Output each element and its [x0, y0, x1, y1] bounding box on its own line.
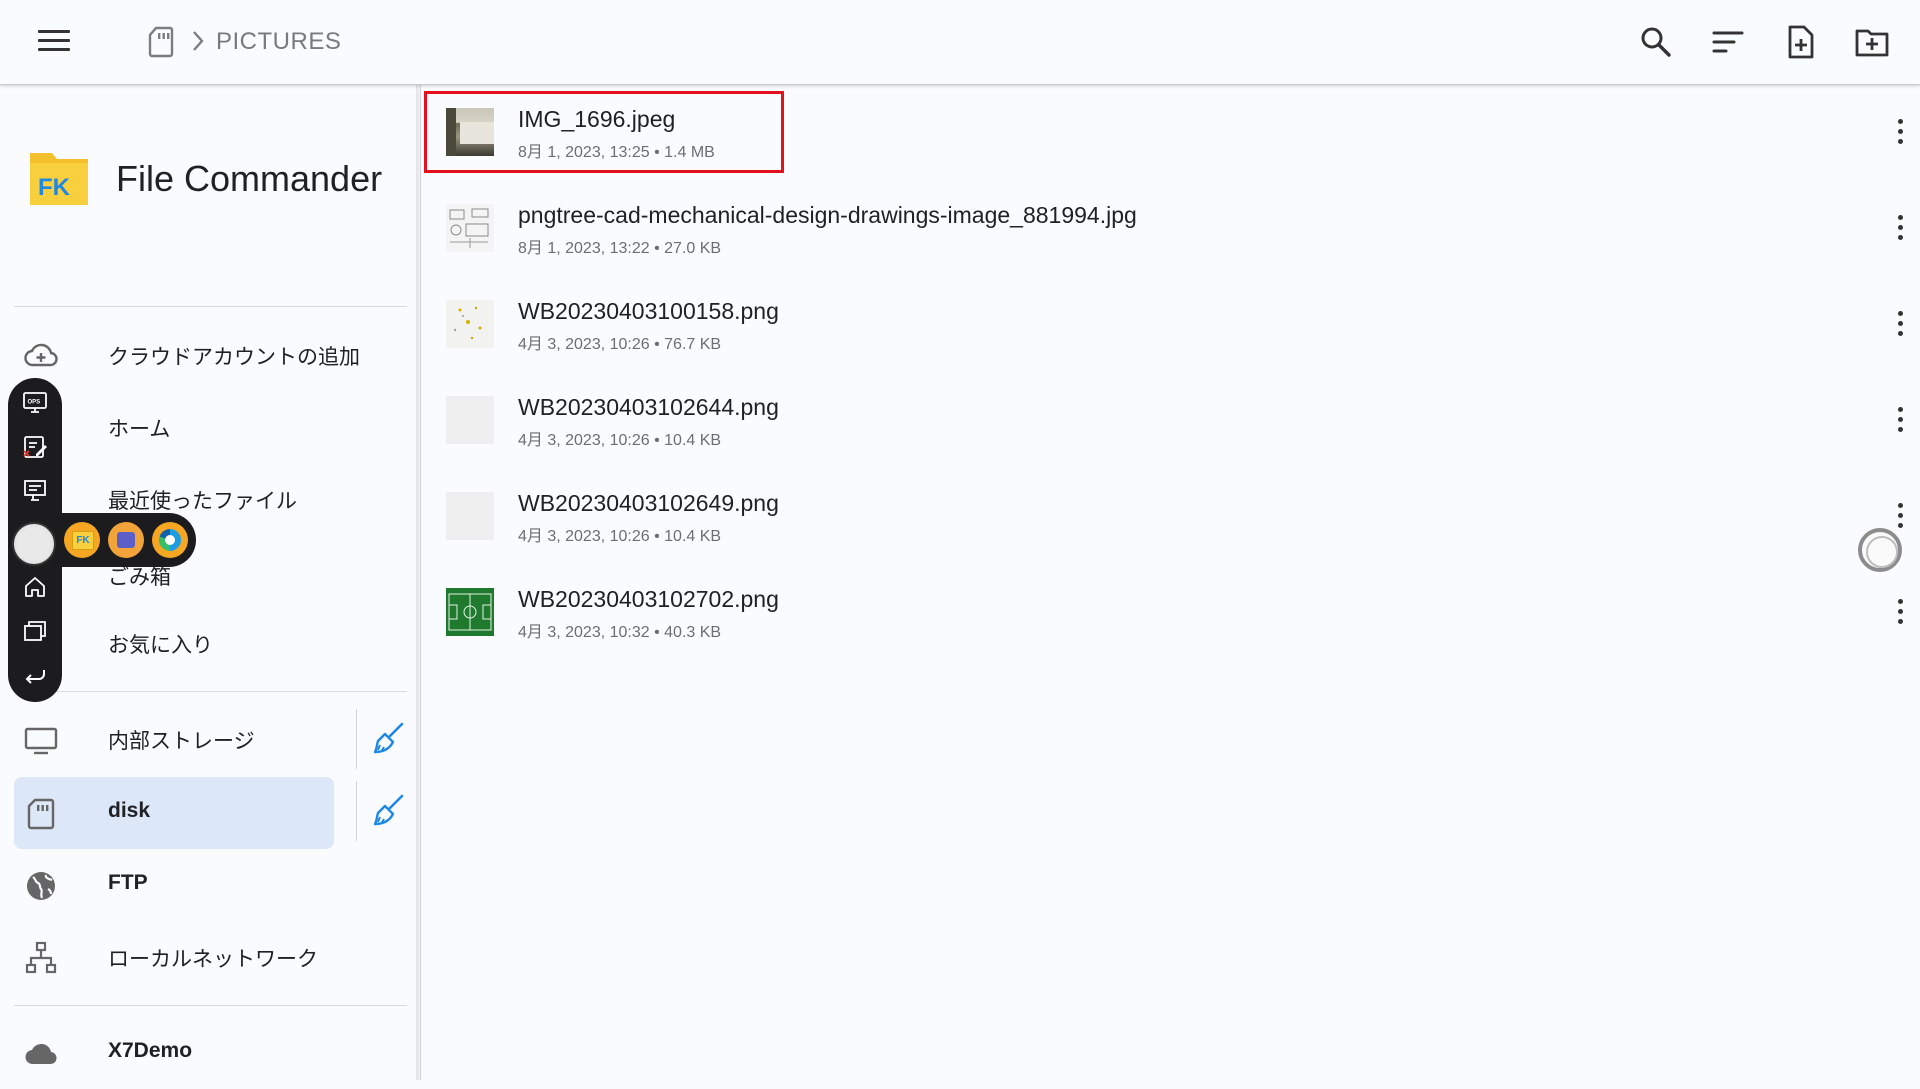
image-thumbnail	[446, 396, 494, 444]
search-icon[interactable]	[1638, 24, 1674, 60]
recent-apps-icon[interactable]	[22, 618, 48, 644]
new-file-icon[interactable]	[1782, 24, 1818, 60]
sidebar-item-home[interactable]: ホーム	[14, 391, 334, 463]
file-row[interactable]: WB20230403102644.png 4月 3, 2023, 10:26 •…	[422, 372, 1920, 468]
file-meta: 4月 3, 2023, 10:32 • 40.3 KB	[518, 624, 722, 641]
sidebar-item-label: ホーム	[108, 418, 171, 441]
floating-menu-toggle[interactable]	[14, 524, 54, 564]
sidebar-item-label: お気に入り	[108, 634, 213, 657]
sidebar-item-favorites[interactable]: お気に入り	[14, 607, 334, 679]
sidebar-item-disk[interactable]: disk	[14, 777, 334, 849]
back-icon[interactable]	[22, 662, 48, 688]
top-app-bar: PICTURES	[0, 0, 1920, 85]
sidebar-item-label: クラウドアカウントの追加	[108, 346, 360, 369]
sidebar-item-local-network[interactable]: ローカルネットワーク	[14, 921, 334, 993]
home-icon[interactable]	[22, 574, 48, 600]
floating-app-tray: FK	[46, 513, 196, 567]
file-row[interactable]: pngtree-cad-mechanical-design-drawings-i…	[422, 180, 1920, 276]
clean-storage-button[interactable]	[356, 709, 417, 769]
file-name: WB20230403102649.png	[518, 490, 779, 516]
more-options-icon[interactable]	[1880, 592, 1920, 632]
file-meta: 4月 3, 2023, 10:26 • 10.4 KB	[518, 432, 722, 449]
image-thumbnail	[446, 588, 494, 636]
file-name: WB20230403102644.png	[518, 394, 779, 420]
sidebar-item-label: FTP	[108, 871, 148, 894]
image-thumbnail	[446, 204, 494, 252]
menu-icon[interactable]	[38, 30, 70, 54]
new-folder-icon[interactable]	[1854, 24, 1890, 60]
broom-icon	[373, 722, 404, 754]
navigation-drawer: FK File Commander クラウドアカウントの追加 ホーム 最近使った…	[0, 85, 421, 1080]
sidebar-item-label: disk	[108, 799, 151, 822]
file-name: pngtree-cad-mechanical-design-drawings-i…	[518, 202, 1137, 228]
floating-assistive-button[interactable]	[1858, 528, 1902, 572]
sidebar-item-internal-storage[interactable]: 内部ストレージ	[14, 703, 334, 775]
sidebar-item-add-cloud-account[interactable]: クラウドアカウントの追加	[14, 319, 360, 391]
file-commander-shortcut-icon[interactable]: FK	[64, 522, 100, 558]
sidebar-item-label: 内部ストレージ	[108, 730, 255, 753]
divider	[14, 306, 407, 307]
file-row[interactable]: WB20230403100158.png 4月 3, 2023, 10:26 •…	[422, 276, 1920, 372]
broom-icon	[373, 794, 404, 826]
more-options-icon[interactable]	[1880, 112, 1920, 152]
divider	[14, 1005, 407, 1006]
image-thumbnail	[446, 300, 494, 348]
file-meta: 4月 3, 2023, 10:26 • 76.7 KB	[518, 336, 722, 353]
app-name: File Commander	[116, 158, 383, 199]
sort-icon[interactable]	[1710, 24, 1746, 60]
divider	[14, 691, 407, 692]
teams-shortcut-icon[interactable]	[108, 522, 144, 558]
sd-card-icon	[27, 798, 55, 830]
sd-card-icon	[148, 26, 174, 58]
sidebar-item-label: ローカルネットワーク	[108, 948, 318, 971]
sidebar-item-label: 最近使ったファイル	[108, 490, 297, 513]
breadcrumb[interactable]: PICTURES	[216, 28, 341, 56]
cloud-add-icon	[24, 343, 58, 367]
more-options-icon[interactable]	[1880, 304, 1920, 344]
svg-text:OPS: OPS	[28, 400, 41, 406]
file-commander-logo: FK	[30, 153, 88, 205]
annotate-icon[interactable]	[22, 434, 48, 460]
file-row[interactable]: WB20230403102702.png 4月 3, 2023, 10:32 •…	[422, 564, 1920, 660]
more-options-icon[interactable]	[1880, 208, 1920, 248]
globe-icon	[27, 872, 55, 900]
ops-icon[interactable]: OPS	[22, 390, 48, 416]
network-icon	[25, 941, 57, 974]
more-options-icon[interactable]	[1880, 400, 1920, 440]
file-name: WB20230403102702.png	[518, 586, 779, 612]
edge-shortcut-icon[interactable]	[152, 522, 188, 558]
file-row[interactable]: WB20230403102649.png 4月 3, 2023, 10:26 •…	[422, 468, 1920, 564]
file-meta: 8月 1, 2023, 13:22 • 27.0 KB	[518, 240, 722, 257]
chevron-right-icon	[193, 31, 204, 51]
logo-text: FK	[38, 174, 71, 201]
sidebar-item-ftp[interactable]: FTP	[14, 849, 334, 921]
sidebar-item-label: X7Demo	[108, 1039, 193, 1062]
clean-disk-button[interactable]	[356, 781, 417, 841]
file-meta: 4月 3, 2023, 10:26 • 10.4 KB	[518, 528, 722, 545]
cloud-icon	[25, 1043, 57, 1065]
monitor-icon	[24, 727, 58, 755]
selection-highlight-box	[424, 91, 784, 173]
image-thumbnail	[446, 492, 494, 540]
file-name: WB20230403100158.png	[518, 298, 779, 324]
sidebar-item-x7demo[interactable]: X7Demo	[14, 1017, 334, 1089]
presentation-icon[interactable]	[22, 478, 48, 504]
